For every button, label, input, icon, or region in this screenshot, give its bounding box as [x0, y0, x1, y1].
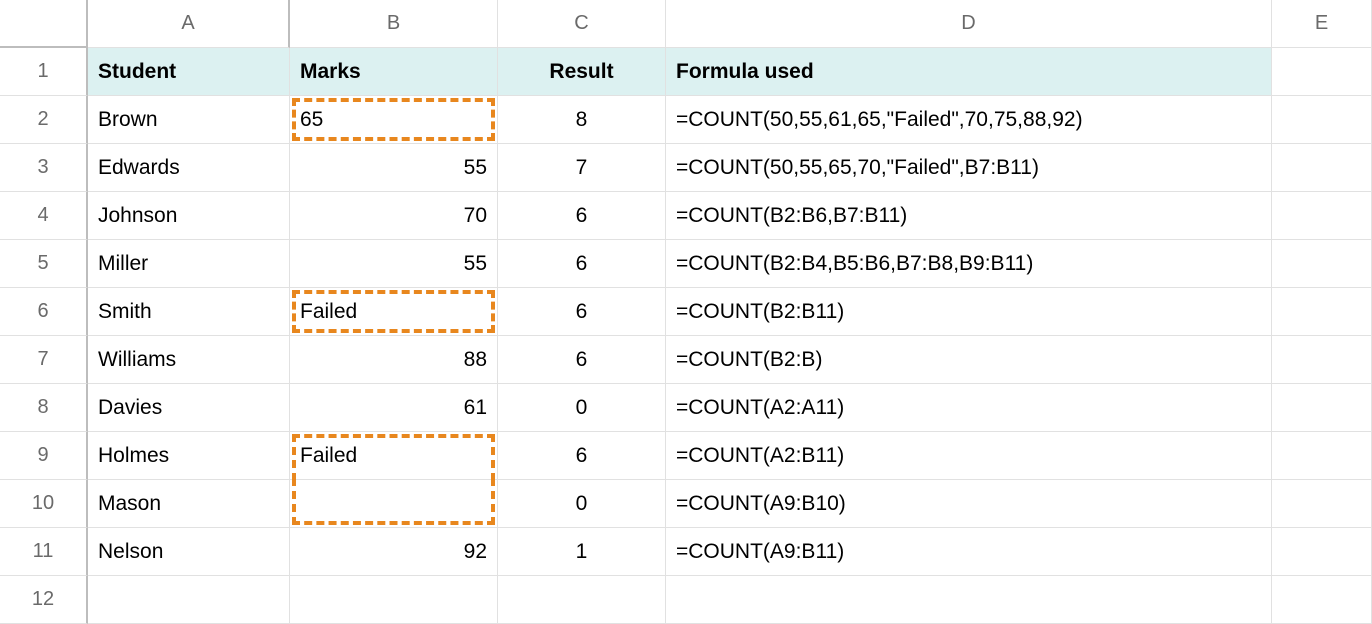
cell-C7[interactable]: 6: [498, 336, 666, 384]
cell-D2[interactable]: =COUNT(50,55,61,65,"Failed",70,75,88,92): [666, 96, 1272, 144]
cell-C2[interactable]: 8: [498, 96, 666, 144]
cell-D12[interactable]: [666, 576, 1272, 624]
cell-D9[interactable]: =COUNT(A2:B11): [666, 432, 1272, 480]
cell-A10[interactable]: Mason: [88, 480, 290, 528]
row-header-9[interactable]: 9: [0, 432, 88, 480]
cell-E3[interactable]: [1272, 144, 1372, 192]
cell-C11[interactable]: 1: [498, 528, 666, 576]
cell-E11[interactable]: [1272, 528, 1372, 576]
cell-A6[interactable]: Smith: [88, 288, 290, 336]
cell-D5[interactable]: =COUNT(B2:B4,B5:B6,B7:B8,B9:B11): [666, 240, 1272, 288]
cell-A5[interactable]: Miller: [88, 240, 290, 288]
cell-B12[interactable]: [290, 576, 498, 624]
col-header-A[interactable]: A: [88, 0, 290, 48]
cell-A4[interactable]: Johnson: [88, 192, 290, 240]
cell-E6[interactable]: [1272, 288, 1372, 336]
cell-D3[interactable]: =COUNT(50,55,65,70,"Failed",B7:B11): [666, 144, 1272, 192]
row-header-4[interactable]: 4: [0, 192, 88, 240]
row-header-8[interactable]: 8: [0, 384, 88, 432]
row-header-6[interactable]: 6: [0, 288, 88, 336]
cell-D1[interactable]: Formula used: [666, 48, 1272, 96]
cell-D10[interactable]: =COUNT(A9:B10): [666, 480, 1272, 528]
cell-D6[interactable]: =COUNT(B2:B11): [666, 288, 1272, 336]
col-header-C[interactable]: C: [498, 0, 666, 48]
cell-A7[interactable]: Williams: [88, 336, 290, 384]
cell-B7[interactable]: 88: [290, 336, 498, 384]
cell-D7[interactable]: =COUNT(B2:B): [666, 336, 1272, 384]
cell-B10[interactable]: [290, 480, 498, 528]
cell-C10[interactable]: 0: [498, 480, 666, 528]
cell-B1[interactable]: Marks: [290, 48, 498, 96]
row-header-7[interactable]: 7: [0, 336, 88, 384]
cell-E10[interactable]: [1272, 480, 1372, 528]
cell-B8[interactable]: 61: [290, 384, 498, 432]
cell-C1[interactable]: Result: [498, 48, 666, 96]
cell-C12[interactable]: [498, 576, 666, 624]
cell-C3[interactable]: 7: [498, 144, 666, 192]
cell-B5[interactable]: 55: [290, 240, 498, 288]
cell-A11[interactable]: Nelson: [88, 528, 290, 576]
cell-C9[interactable]: 6: [498, 432, 666, 480]
cell-B11[interactable]: 92: [290, 528, 498, 576]
row-header-3[interactable]: 3: [0, 144, 88, 192]
cell-D4[interactable]: =COUNT(B2:B6,B7:B11): [666, 192, 1272, 240]
cell-A1[interactable]: Student: [88, 48, 290, 96]
col-header-E[interactable]: E: [1272, 0, 1372, 48]
col-header-B[interactable]: B: [290, 0, 498, 48]
cell-A3[interactable]: Edwards: [88, 144, 290, 192]
row-header-12[interactable]: 12: [0, 576, 88, 624]
cell-B6[interactable]: Failed: [290, 288, 498, 336]
cell-C4[interactable]: 6: [498, 192, 666, 240]
cell-D11[interactable]: =COUNT(A9:B11): [666, 528, 1272, 576]
cell-C5[interactable]: 6: [498, 240, 666, 288]
cell-E1[interactable]: [1272, 48, 1372, 96]
spreadsheet-grid[interactable]: A B C D E 1 Student Marks Result Formula…: [0, 0, 1372, 624]
cell-E8[interactable]: [1272, 384, 1372, 432]
cell-E9[interactable]: [1272, 432, 1372, 480]
row-header-1[interactable]: 1: [0, 48, 88, 96]
cell-E4[interactable]: [1272, 192, 1372, 240]
cell-C8[interactable]: 0: [498, 384, 666, 432]
cell-B4[interactable]: 70: [290, 192, 498, 240]
cell-B2[interactable]: 65: [290, 96, 498, 144]
row-header-11[interactable]: 11: [0, 528, 88, 576]
cell-E12[interactable]: [1272, 576, 1372, 624]
select-all-corner[interactable]: [0, 0, 88, 48]
row-header-5[interactable]: 5: [0, 240, 88, 288]
row-header-10[interactable]: 10: [0, 480, 88, 528]
cell-B3[interactable]: 55: [290, 144, 498, 192]
cell-D8[interactable]: =COUNT(A2:A11): [666, 384, 1272, 432]
cell-E5[interactable]: [1272, 240, 1372, 288]
cell-A9[interactable]: Holmes: [88, 432, 290, 480]
cell-E7[interactable]: [1272, 336, 1372, 384]
cell-A12[interactable]: [88, 576, 290, 624]
cell-E2[interactable]: [1272, 96, 1372, 144]
col-header-D[interactable]: D: [666, 0, 1272, 48]
cell-C6[interactable]: 6: [498, 288, 666, 336]
cell-A8[interactable]: Davies: [88, 384, 290, 432]
row-header-2[interactable]: 2: [0, 96, 88, 144]
cell-B9[interactable]: Failed: [290, 432, 498, 480]
cell-A2[interactable]: Brown: [88, 96, 290, 144]
